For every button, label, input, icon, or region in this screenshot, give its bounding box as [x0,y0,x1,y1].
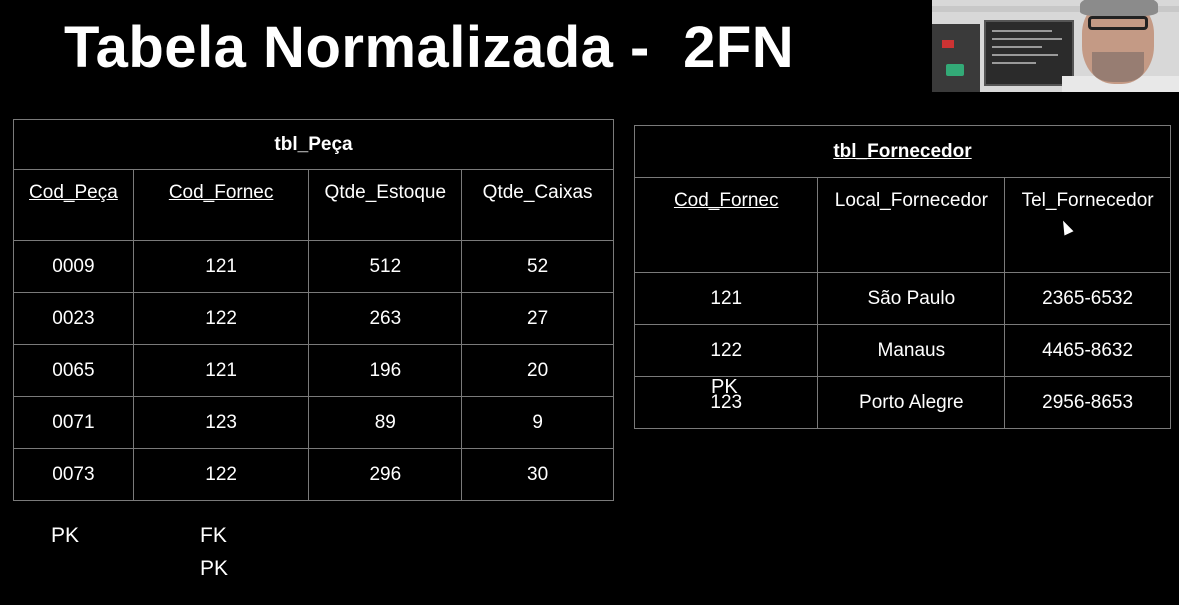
table-cell: 122 [132,448,310,501]
column-header-cod-peca: Cod_Peça [13,169,134,241]
table-cell: 30 [461,448,614,501]
table-cell: 122 [633,324,819,377]
presenter-webcam [932,0,1179,92]
table-cell: 20 [461,344,614,397]
column-header-qtde-caixas: Qtde_Caixas [461,169,614,241]
table-row: 0065 121 196 20 [13,344,614,397]
table-cell: 121 [132,344,310,397]
pk-label-cod-fornec: PK [200,557,229,580]
column-header-cod-fornec: Cod_Fornec [132,169,310,241]
pk-label-cod-peca: PK [51,524,80,547]
table-cell: 512 [308,240,463,293]
column-header-cod-fornec: Cod_Fornec [633,177,819,273]
table-cell: 296 [308,448,463,501]
table-cell: 89 [308,396,463,449]
table-cell: 2956-8653 [1004,376,1171,429]
table-cell: 196 [308,344,463,397]
table-cell: Porto Alegre [817,376,1006,429]
table-cell: 4465-8632 [1004,324,1171,377]
table-cell: 0073 [13,448,134,501]
table-fornecedor-name: tbl_Fornecedor [634,125,1171,178]
table-row: 121 São Paulo 2365-6532 [633,272,1171,325]
pk-label-fornecedor: PK [711,376,738,398]
table-row: 122 Manaus 4465-8632 [633,324,1171,377]
table-row: 0009 121 512 52 [13,240,614,293]
table-cell: Manaus [817,324,1006,377]
table-cell: São Paulo [817,272,1006,325]
table-row: 0073 122 296 30 [13,448,614,501]
table-cell: 123 [132,396,310,449]
column-header-tel-fornecedor: Tel_Fornecedor [1004,177,1171,273]
table-cell: 9 [461,396,614,449]
background-monitor-left [932,24,980,92]
table-peca: tbl_Peça Cod_Peça Cod_Fornec Qtde_Estoqu… [13,119,614,501]
table-cell: 0071 [13,396,134,449]
table-cell: 27 [461,292,614,345]
glasses-icon [1088,16,1148,30]
table-cell: 122 [132,292,310,345]
column-header-local-fornecedor: Local_Fornecedor [817,177,1006,273]
table-row: 0023 122 263 27 [13,292,614,345]
table-cell: 121 [132,240,310,293]
table-cell: 263 [308,292,463,345]
background-monitor [984,20,1074,86]
fk-label-cod-fornec: FK [200,524,227,547]
table-cell: 0065 [13,344,134,397]
table-cell: 2365-6532 [1004,272,1171,325]
table-cell: 0023 [13,292,134,345]
table-cell: 0009 [13,240,134,293]
table-row: 0071 123 89 9 [13,396,614,449]
table-cell: 121 [633,272,819,325]
table-peca-name: tbl_Peça [13,119,614,170]
column-header-qtde-estoque: Qtde_Estoque [308,169,463,241]
table-cell: 52 [461,240,614,293]
slide-title: Tabela Normalizada - 2FN [64,15,795,80]
